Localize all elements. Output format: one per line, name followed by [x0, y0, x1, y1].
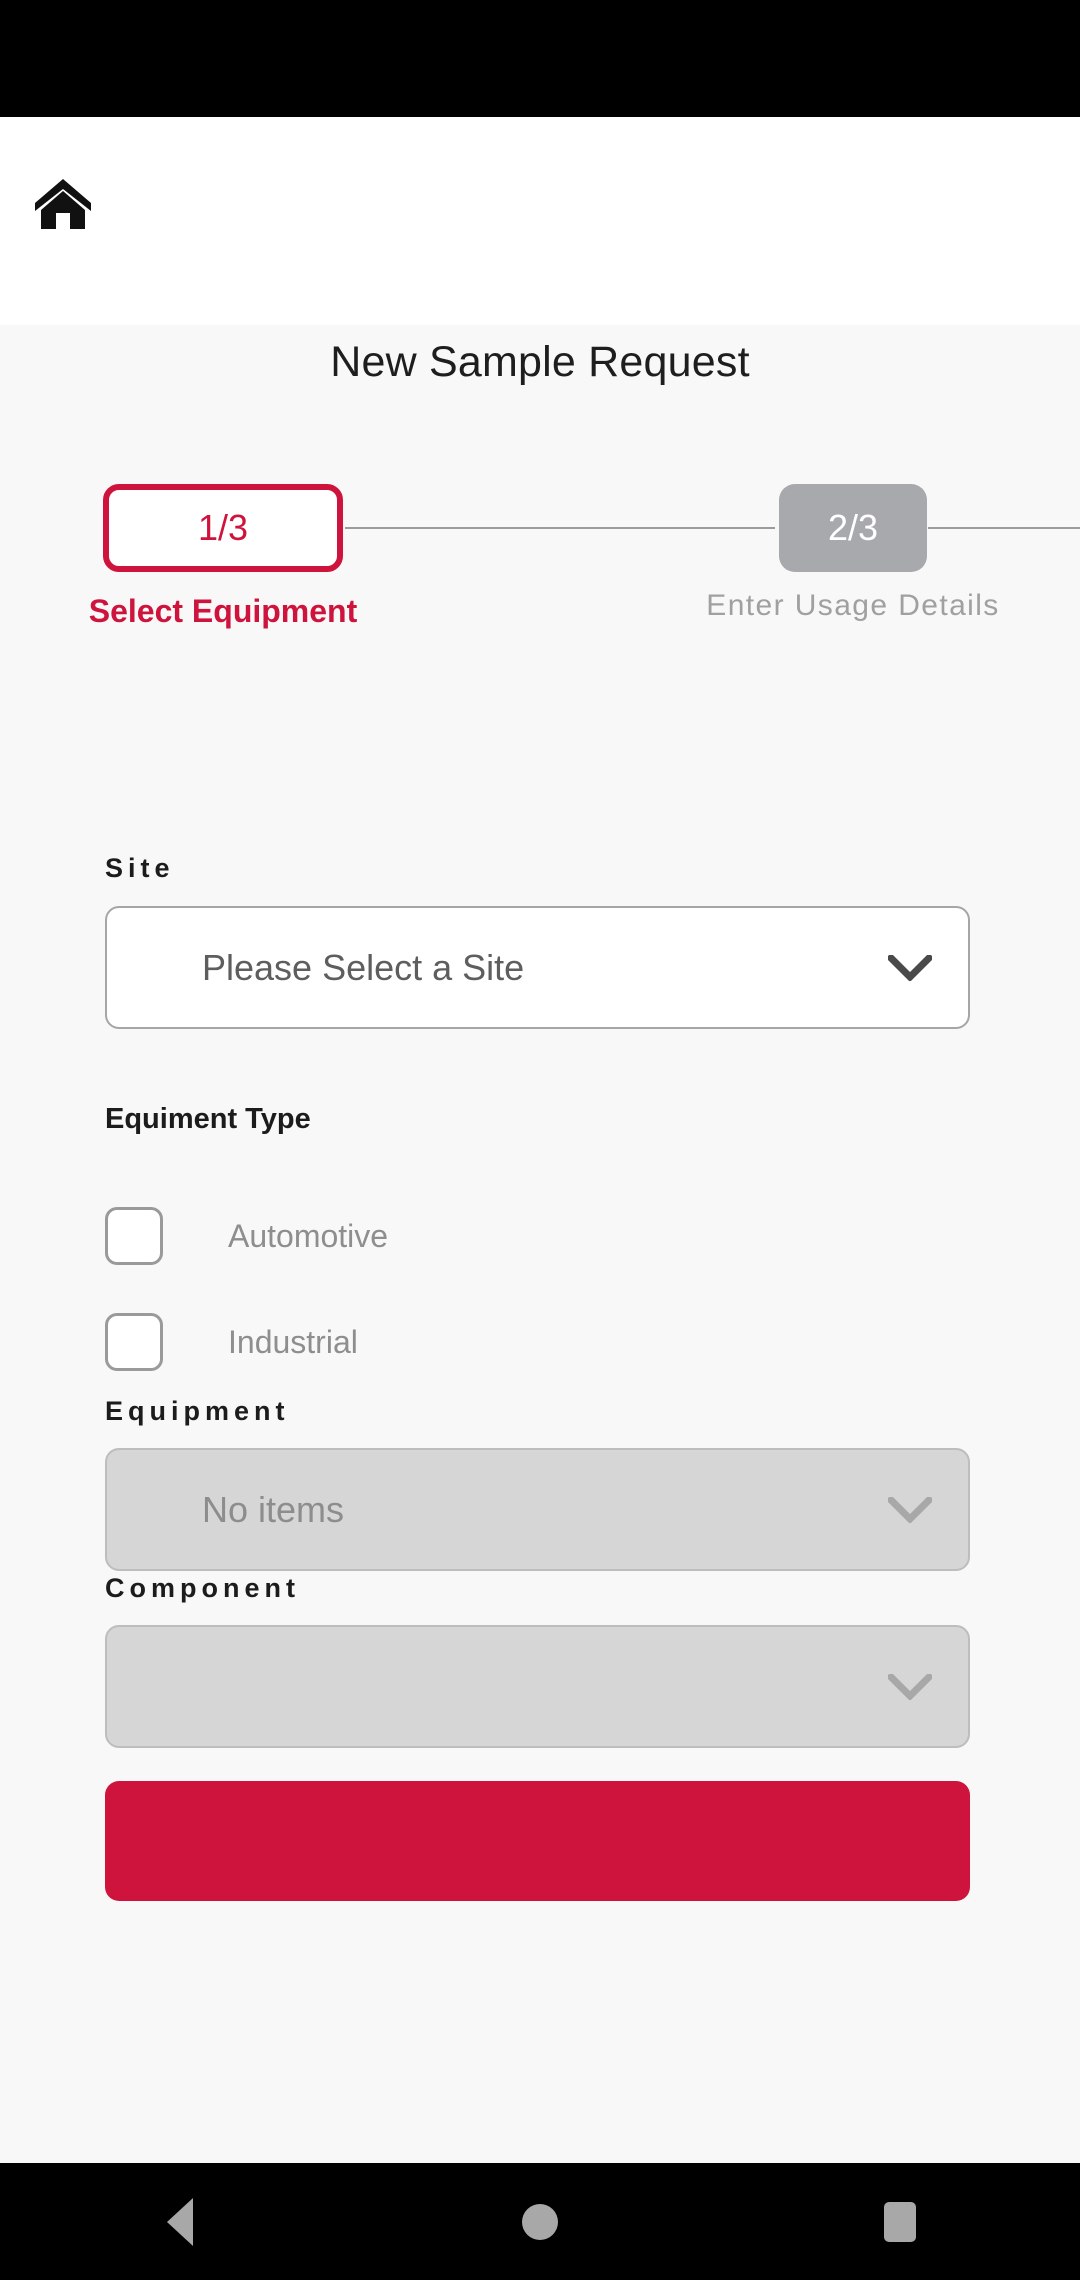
stepper-label-step-1: Select Equipment	[88, 593, 358, 629]
submit-button[interactable]	[105, 1781, 970, 1901]
equipment-type-option-industrial[interactable]: Industrial	[105, 1311, 705, 1373]
site-select-value: Please Select a Site	[202, 946, 525, 988]
component-label: Component	[105, 1573, 300, 1603]
equipment-select[interactable]: No items	[105, 1448, 970, 1571]
equipment-select-value: No items	[202, 1488, 345, 1530]
chevron-down-icon	[888, 954, 932, 981]
checkbox-automotive[interactable]	[105, 1207, 163, 1265]
system-navigation-bar	[0, 2163, 1080, 2280]
page-title: New Sample Request	[330, 338, 750, 386]
chevron-down-icon	[888, 1673, 932, 1700]
stepper-badge-step-1[interactable]: 1/3	[103, 484, 343, 572]
stepper: 1/3 2/3 Select Equipment Enter Usage Det…	[0, 402, 1080, 629]
site-select[interactable]: Please Select a Site	[105, 906, 970, 1029]
component-select[interactable]	[105, 1625, 970, 1748]
recents-square-icon	[884, 2201, 916, 2242]
phone-screen: New Sample Request 1/3 2/3 Select Equipm…	[0, 0, 1080, 2280]
stepper-badge-step-2[interactable]: 2/3	[779, 484, 927, 572]
checkbox-automotive-label: Automotive	[228, 1217, 389, 1254]
stepper-label-step-2: Enter Usage Details	[706, 589, 1000, 622]
equipment-type-option-automotive[interactable]: Automotive	[105, 1205, 705, 1267]
back-triangle-icon	[167, 2197, 193, 2246]
nav-recents-button[interactable]	[840, 2163, 960, 2280]
app-bar	[0, 117, 1080, 325]
content-area: New Sample Request 1/3 2/3 Select Equipm…	[0, 325, 1080, 2163]
system-status-bar	[0, 0, 1080, 117]
checkbox-industrial-label: Industrial	[228, 1323, 358, 1360]
nav-back-button[interactable]	[120, 2163, 240, 2280]
checkbox-industrial[interactable]	[105, 1313, 163, 1371]
stepper-connector-right	[928, 527, 1080, 529]
home-circle-icon	[522, 2203, 558, 2240]
stepper-badge-step-1-text: 1/3	[197, 507, 249, 548]
equipment-type-label: Equiment Type	[105, 1103, 311, 1135]
site-label: Site	[105, 853, 175, 883]
home-icon[interactable]	[24, 165, 102, 243]
nav-home-button[interactable]	[480, 2163, 600, 2280]
chevron-down-icon	[888, 1496, 932, 1523]
stepper-badge-step-2-text: 2/3	[827, 507, 879, 548]
stepper-connector-left	[345, 527, 775, 529]
equipment-label: Equipment	[105, 1396, 290, 1426]
